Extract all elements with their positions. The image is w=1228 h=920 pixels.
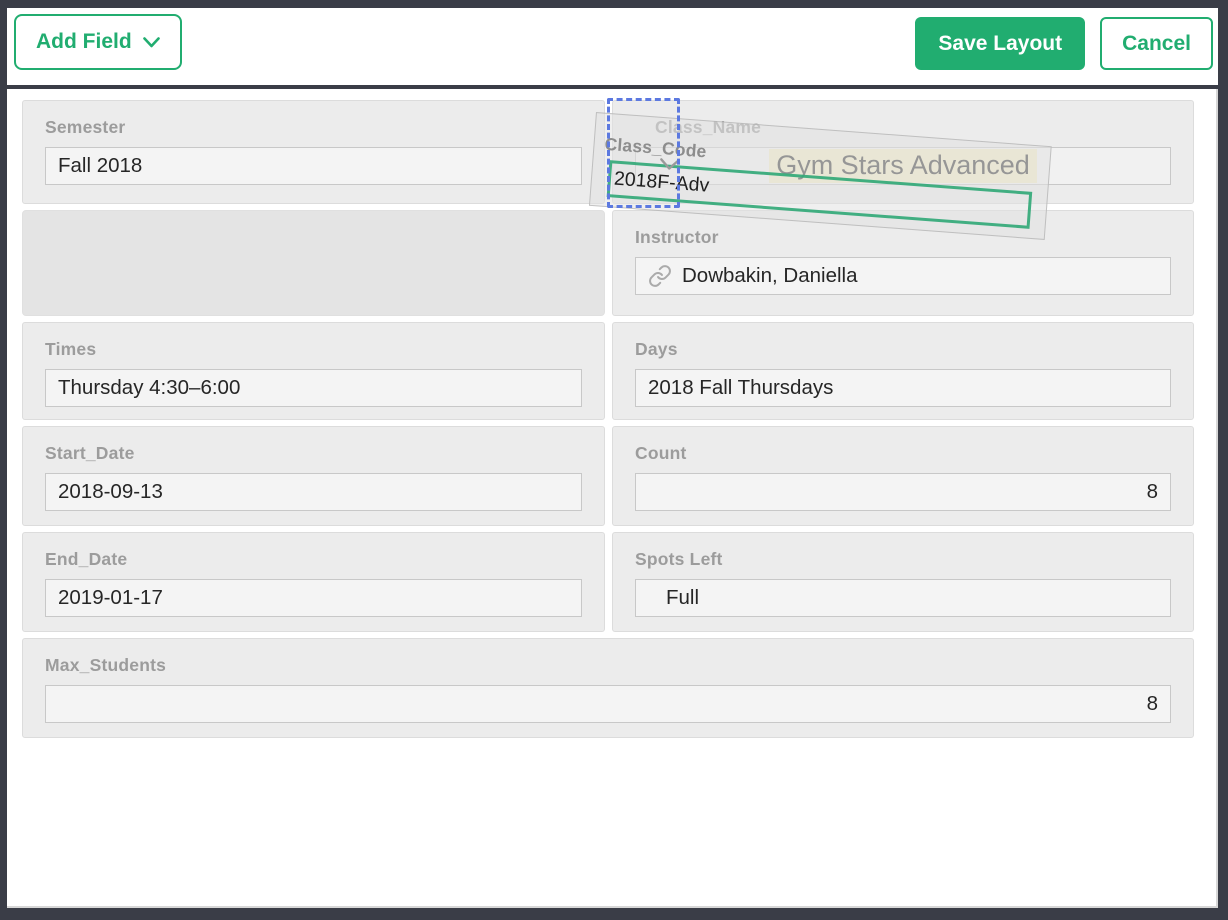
field-label: End_Date	[45, 549, 128, 569]
field-max-students: Max_Students 8	[22, 638, 1194, 738]
toolbar: Add Field Save Layout Cancel	[7, 8, 1218, 85]
field-label: Spots Left	[635, 549, 723, 569]
max-students-input[interactable]: 8	[45, 685, 1171, 723]
field-label: Count	[635, 443, 687, 463]
semester-input[interactable]: Fall 2018	[45, 147, 582, 185]
end-date-input[interactable]: 2019-01-17	[45, 579, 582, 617]
field-days: Days 2018 Fall Thursdays	[612, 322, 1194, 420]
spots-left-input[interactable]: Full	[635, 579, 1171, 617]
field-label: Max_Students	[45, 655, 167, 675]
field-count: Count 8	[612, 426, 1194, 526]
field-label: Semester	[45, 117, 126, 137]
times-value: Thursday 4:30–6:00	[58, 376, 241, 399]
field-start-date: Start_Date 2018-09-13	[22, 426, 605, 526]
field-label: Times	[45, 339, 97, 359]
start-date-input[interactable]: 2018-09-13	[45, 473, 582, 511]
field-label: Days	[635, 339, 678, 359]
chevron-down-icon	[142, 36, 160, 47]
field-times: Times Thursday 4:30–6:00	[22, 322, 605, 420]
days-value: 2018 Fall Thursdays	[648, 376, 834, 399]
max-students-value: 8	[1146, 692, 1158, 715]
cancel-button[interactable]: Cancel	[1100, 17, 1213, 70]
layout-editor: { "toolbar": { "add_field_label": "Add F…	[0, 0, 1228, 920]
save-layout-button[interactable]: Save Layout	[915, 17, 1086, 70]
drop-target-placeholder[interactable]	[607, 98, 680, 208]
end-date-value: 2019-01-17	[58, 586, 163, 609]
add-field-label: Add Field	[36, 30, 132, 53]
count-value: 8	[1146, 480, 1158, 503]
times-input[interactable]: Thursday 4:30–6:00	[45, 369, 582, 407]
field-label: Instructor	[635, 227, 719, 247]
field-label: Start_Date	[45, 443, 135, 463]
count-input[interactable]: 8	[635, 473, 1171, 511]
field-spots-left: Spots Left Full	[612, 532, 1194, 632]
days-input[interactable]: 2018 Fall Thursdays	[635, 369, 1171, 407]
field-semester: Semester Fall 2018	[22, 100, 605, 204]
spots-left-value: Full	[666, 586, 700, 609]
instructor-input[interactable]: Dowbakin, Daniella	[635, 257, 1171, 295]
start-date-value: 2018-09-13	[58, 480, 163, 503]
add-field-button[interactable]: Add Field	[14, 14, 182, 70]
instructor-value: Dowbakin, Daniella	[682, 264, 858, 287]
semester-value: Fall 2018	[58, 154, 143, 177]
vacated-field-slot[interactable]	[22, 210, 605, 316]
link-icon	[649, 265, 671, 287]
field-end-date: End_Date 2019-01-17	[22, 532, 605, 632]
toolbar-actions: Save Layout Cancel	[915, 17, 1213, 70]
